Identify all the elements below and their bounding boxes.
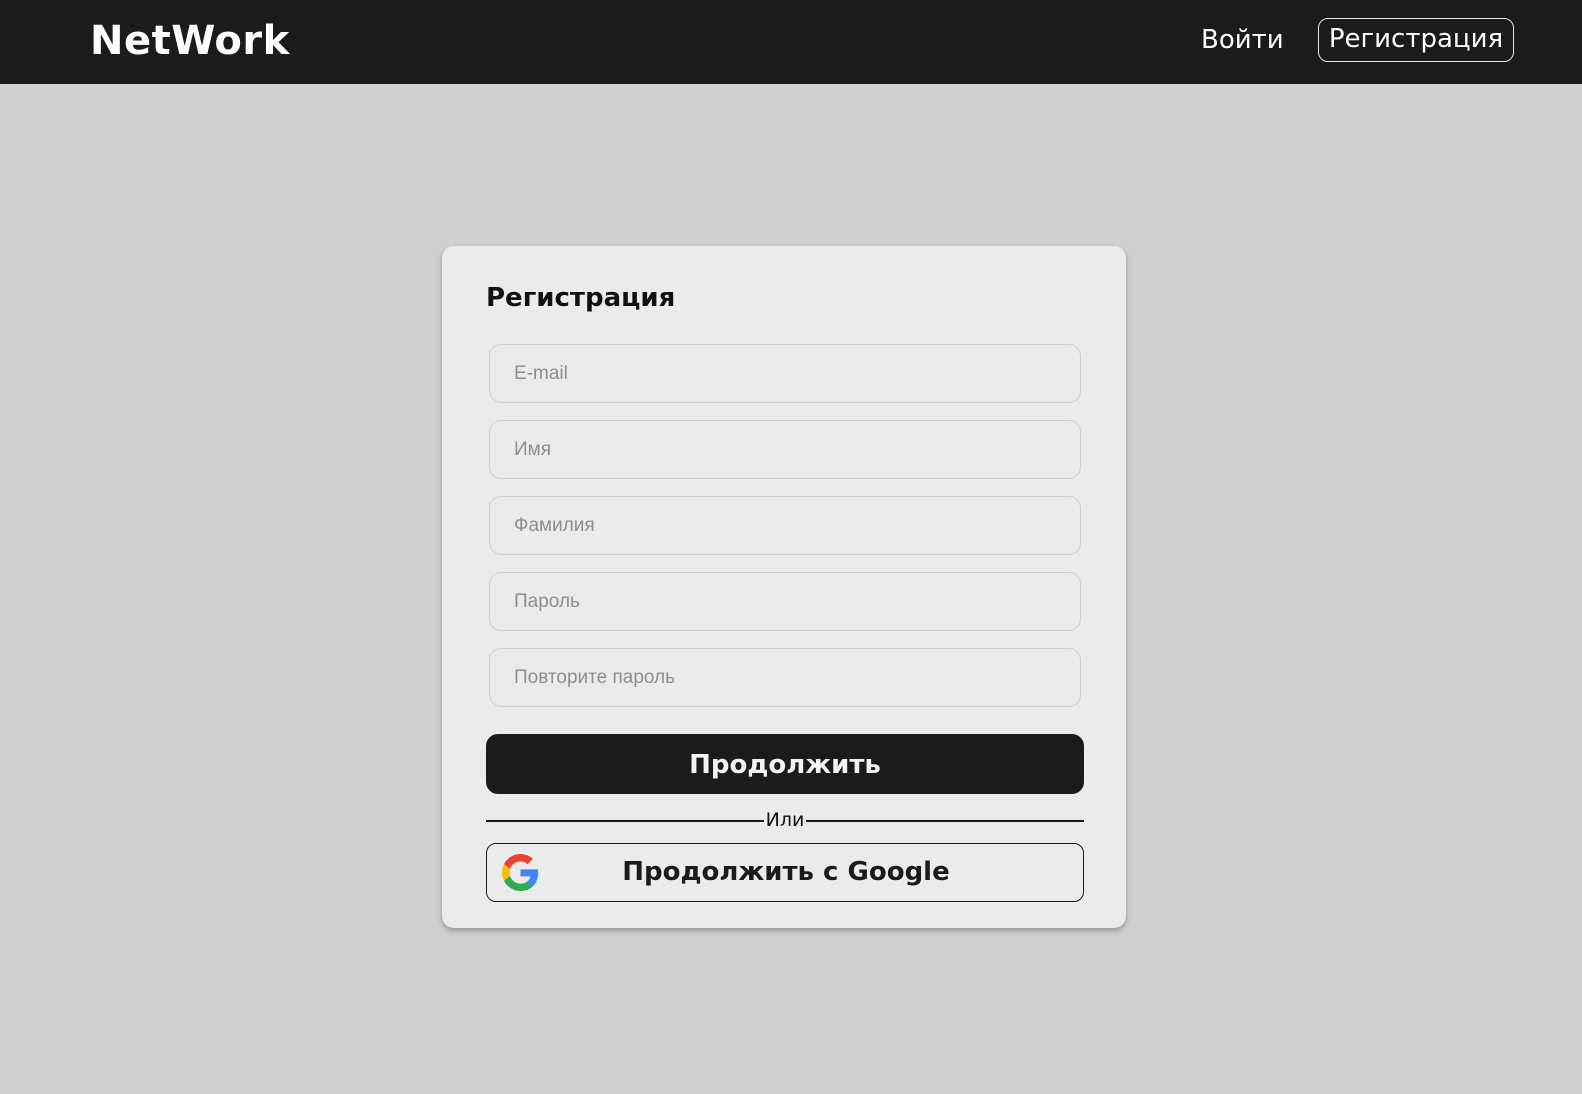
password-field[interactable] [489,572,1081,631]
google-signin-button[interactable]: Продолжить с Google [486,843,1084,902]
form-title: Регистрация [486,283,676,313]
logo[interactable]: NetWork [90,16,290,66]
login-link[interactable]: Войти [1195,20,1290,60]
divider-line-right [806,820,1084,822]
first-name-field[interactable] [489,420,1081,479]
email-field[interactable] [489,344,1081,403]
register-button[interactable]: Регистрация [1318,18,1514,62]
google-button-label: Продолжить с Google [622,857,950,887]
or-divider: Или [486,806,1084,834]
top-navbar: NetWork Войти Регистрация [0,0,1582,84]
repeat-password-field[interactable] [489,648,1081,707]
continue-button[interactable]: Продолжить [486,734,1084,794]
registration-card: Регистрация Продолжить Или Продолжить с … [442,246,1126,928]
last-name-field[interactable] [489,496,1081,555]
